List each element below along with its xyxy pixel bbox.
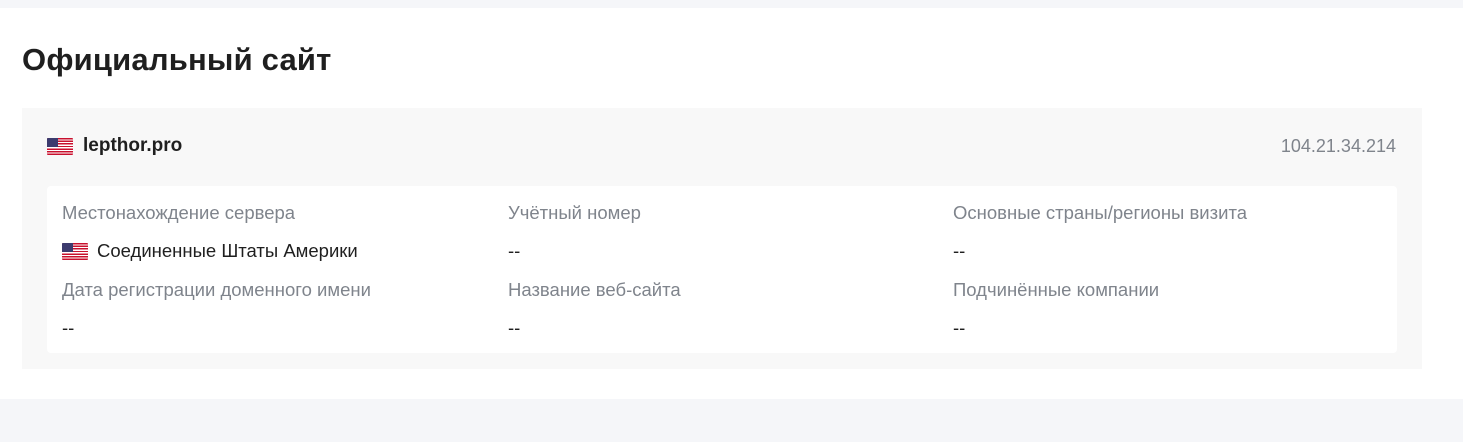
site-header: lepthor.pro [47,134,182,158]
field-value: -- [62,317,75,338]
field-label: Дата регистрации доменного имени [62,279,371,300]
ip-address: 104.21.34.214 [1280,136,1396,156]
field-server-location: Местонахождение сервера Соединенные Штат… [62,202,358,262]
field-value: Соединенные Штаты Америки [62,240,358,262]
field-label: Название веб-сайта [508,279,681,300]
us-flag-icon [62,242,88,260]
field-label: Основные страны/регионы визита [953,202,1248,223]
field-value: -- [953,240,966,261]
field-account-number: Учётный номер -- [508,202,641,262]
page-title: Официальный сайт [22,42,332,77]
site-details: Местонахождение сервера Соединенные Штат… [47,186,1397,353]
field-label: Подчинённые компании [953,279,1160,300]
official-site-panel: Официальный сайт lepthor.pro 104.21.34.2… [0,8,1463,399]
field-label: Учётный номер [508,202,641,223]
country-name: Соединенные Штаты Америки [97,240,358,261]
domain-name[interactable]: lepthor.pro [83,134,182,158]
field-value: -- [508,317,521,338]
field-label: Местонахождение сервера [62,202,296,223]
field-domain-registration-date: Дата регистрации доменного имени -- [62,279,371,339]
field-value: -- [953,317,966,338]
field-value: -- [508,240,521,261]
field-subsidiaries: Подчинённые компании -- [953,279,1159,339]
field-main-countries: Основные страны/регионы визита -- [953,202,1247,262]
us-flag-icon [47,137,73,155]
site-card: lepthor.pro 104.21.34.214 Местонахождени… [22,108,1422,369]
field-website-name: Название веб-сайта -- [508,279,681,339]
